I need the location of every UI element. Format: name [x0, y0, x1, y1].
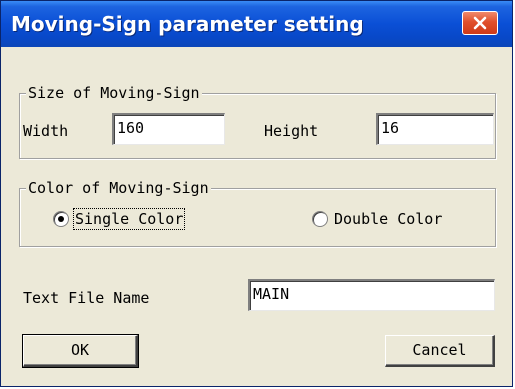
width-input[interactable]: 160: [112, 113, 225, 145]
height-input[interactable]: 16: [376, 113, 494, 145]
text-file-name-label: Text File Name: [23, 289, 150, 307]
title-bar[interactable]: Moving-Sign parameter setting: [1, 1, 512, 47]
double-color-radio[interactable]: [312, 211, 328, 227]
radio-selected-dot: [58, 216, 64, 222]
width-label: Width: [23, 122, 69, 140]
window-title: Moving-Sign parameter setting: [11, 12, 364, 36]
double-color-label[interactable]: Double Color: [334, 210, 442, 228]
dialog-window: Moving-Sign parameter setting Size of Mo…: [0, 0, 513, 387]
single-color-label[interactable]: Single Color: [72, 208, 186, 230]
text-file-name-input[interactable]: MAIN: [248, 279, 495, 311]
size-group-legend: Size of Moving-Sign: [26, 84, 202, 102]
single-color-radio[interactable]: [53, 211, 69, 227]
height-label: Height: [264, 122, 319, 140]
color-group-legend: Color of Moving-Sign: [26, 179, 211, 197]
ok-button[interactable]: OK: [22, 334, 139, 368]
close-icon: [473, 16, 487, 30]
cancel-button[interactable]: Cancel: [385, 335, 495, 367]
close-button[interactable]: [462, 11, 498, 35]
